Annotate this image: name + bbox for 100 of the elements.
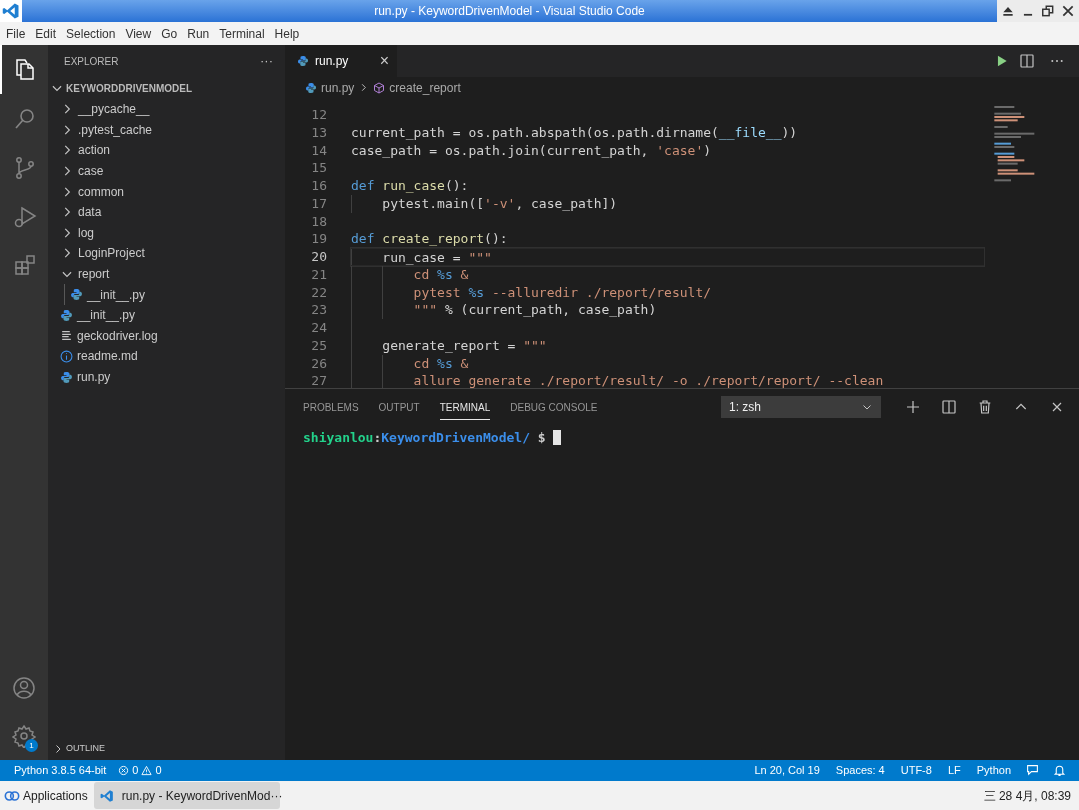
vscode-logo-icon [2, 2, 20, 20]
tree-item[interactable]: action [48, 140, 285, 161]
split-terminal-icon[interactable] [941, 398, 957, 415]
tree-item[interactable]: readme.md [48, 346, 285, 367]
blocks-icon[interactable] [13, 253, 37, 278]
code-line: run_case = """ [381, 249, 492, 267]
line-number: 25 [310, 336, 327, 355]
code-line: pytest %s --alluredir ./report/result/ [412, 283, 712, 302]
trash-icon[interactable] [977, 398, 993, 415]
code-line: def create_report(): [351, 230, 508, 248]
menu-item[interactable]: Run [182, 24, 215, 43]
clock: 三 28 4月, 08:39 [983, 787, 1072, 805]
tree-item[interactable]: __pycache__ [48, 99, 285, 120]
breadcrumb-item[interactable]: create_report [373, 78, 461, 97]
close-icon[interactable] [1061, 4, 1075, 18]
status-item[interactable]: LF [939, 762, 969, 779]
tree-item[interactable]: LoginProject [48, 243, 285, 264]
notification-badge: 1 [25, 739, 38, 752]
terminal-select[interactable]: 1: zsh [721, 395, 881, 418]
menu-item[interactable]: Help [269, 24, 305, 43]
tree-item[interactable]: geckodriver.log [48, 325, 285, 347]
menu-item[interactable]: View [120, 24, 157, 43]
restore-icon[interactable] [1041, 4, 1055, 18]
code-line: cd %s & [412, 354, 469, 373]
line-number: 16 [310, 177, 327, 195]
line-number: 24 [310, 319, 327, 337]
status-item[interactable]: Python [968, 762, 1019, 779]
panel-tab[interactable]: DEBUG CONSOLE [510, 393, 598, 420]
tree-item[interactable]: report [48, 263, 285, 285]
account-icon[interactable] [12, 676, 36, 700]
line-number: 18 [310, 212, 327, 231]
code-line: current_path = os.path.abspath(os.path.dirname(__file__)) [351, 123, 798, 142]
window-title: run.py - KeywordDrivenModel - Visual Studio Code [373, 3, 646, 20]
status-item[interactable]: Python 3.8.5 64-bit [6, 762, 115, 779]
taskbar-window-button[interactable]: run.py - KeywordDrivenMod··· [93, 782, 280, 809]
code-line: cd %s & [412, 265, 469, 284]
warning-icon [141, 765, 153, 776]
menu-item[interactable]: Go [156, 24, 183, 43]
tree-item[interactable]: data [48, 201, 285, 223]
explorer-root[interactable]: KEYWORDDRIVENMODEL [48, 77, 285, 99]
python-icon [60, 370, 73, 384]
play-bug-icon[interactable] [13, 204, 37, 229]
more-actions-button[interactable]: ··· [260, 51, 273, 71]
python-icon [70, 288, 83, 302]
tree-item[interactable]: .pytest_cache [48, 119, 285, 141]
terminal-cursor [553, 430, 562, 446]
search-icon[interactable] [13, 106, 37, 131]
eject-icon[interactable] [1001, 4, 1015, 18]
lines-icon [60, 329, 73, 343]
terminal-prompt: shiyanlou:KeywordDrivenModel/ $ [303, 429, 547, 447]
info-icon [60, 349, 73, 363]
code-line: case_path = os.path.join(current_path, 'case') [351, 141, 712, 160]
code-line: pytest.main(['-v', case_path]) [381, 194, 618, 213]
menu-item[interactable]: File [1, 24, 31, 43]
plus-icon[interactable] [905, 398, 921, 415]
python-icon [60, 308, 73, 322]
tree-item[interactable]: case [48, 160, 285, 182]
line-number: 13 [310, 123, 327, 142]
outline-section-header[interactable]: OUTLINE [48, 738, 285, 760]
split-editor-icon[interactable] [1019, 53, 1035, 69]
menu-item[interactable]: Edit [30, 24, 62, 43]
python-icon [305, 81, 317, 94]
line-number: 27 [310, 372, 327, 388]
code-line: def run_case(): [351, 177, 469, 195]
menu-item[interactable]: Terminal [214, 24, 270, 43]
panel-tab[interactable]: TERMINAL [439, 393, 491, 420]
editor-tab[interactable]: run.py × [285, 45, 397, 77]
line-number: 14 [310, 141, 327, 160]
code-line: allure generate ./report/result/ -o ./report/report/ --clean [412, 372, 884, 388]
status-item[interactable]: Ln 20, Col 19 [746, 762, 828, 779]
problems-status[interactable]: 0 0 [114, 762, 166, 779]
code-line: generate_report = """ [381, 336, 547, 355]
line-number: 15 [310, 159, 327, 177]
code-line: """ % (current_path, case_path) [412, 301, 657, 319]
tree-item[interactable]: common [48, 181, 285, 202]
branch-icon[interactable] [13, 155, 37, 180]
bell-icon[interactable] [1053, 764, 1066, 777]
run-icon[interactable] [995, 54, 1009, 68]
tree-item[interactable]: __init__.py [48, 304, 285, 326]
tree-item[interactable]: run.py [48, 366, 285, 388]
line-number: 19 [310, 230, 327, 248]
breadcrumb-item[interactable]: run.py [305, 78, 355, 97]
panel-tab[interactable]: OUTPUT [378, 393, 420, 420]
applications-menu[interactable]: Applications [0, 786, 94, 805]
panel-tab[interactable]: PROBLEMS [303, 393, 359, 420]
close-tab-button[interactable]: × [379, 53, 389, 69]
line-number: 21 [310, 265, 327, 284]
menu-item[interactable]: Selection [61, 24, 121, 43]
settings-icon[interactable] [12, 724, 36, 748]
files-icon[interactable] [13, 57, 37, 82]
vscode-logo-icon [99, 788, 114, 803]
status-item[interactable]: Spaces: 4 [827, 762, 893, 779]
line-number: 26 [310, 354, 327, 373]
line-number: 20 [310, 248, 327, 266]
feedback-icon[interactable] [1026, 764, 1039, 777]
sidebar-title: EXPLORER [64, 54, 119, 69]
tree-item[interactable]: log [48, 222, 285, 244]
error-icon [118, 765, 130, 776]
status-item[interactable]: UTF-8 [892, 762, 940, 779]
tree-item[interactable]: __init__.py [48, 284, 285, 305]
